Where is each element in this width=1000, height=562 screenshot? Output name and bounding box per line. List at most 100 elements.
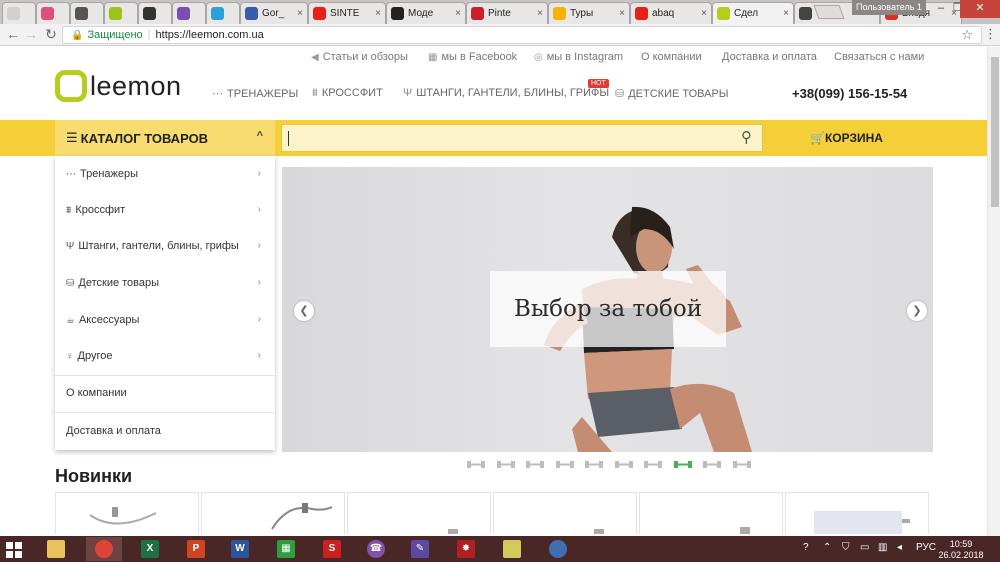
slider-dot[interactable] <box>585 458 603 468</box>
instagram-link[interactable]: ◎ мы в Instagram <box>534 51 623 63</box>
slider-dot[interactable] <box>467 458 485 468</box>
help-icon[interactable]: ? <box>803 542 809 553</box>
tray-expand-icon[interactable]: ⌃ <box>823 542 831 553</box>
product-card[interactable] <box>493 492 637 534</box>
nav-kids[interactable]: ⛁ ДЕТСКИЕ ТОВАРЫ <box>615 87 729 100</box>
tab-close-icon[interactable]: × <box>375 8 381 19</box>
cart-button[interactable]: 🛒КОРЗИНА <box>810 131 883 145</box>
network-icon[interactable]: ▥ <box>878 542 887 553</box>
browser-menu-icon[interactable]: ⋮ <box>984 26 997 42</box>
articles-link[interactable]: ◀ Статьи и обзоры <box>311 51 408 63</box>
nav-crossfit[interactable]: ⩩ КРОССФИТ <box>312 87 383 100</box>
catalog-button[interactable]: ☰ КАТАЛОГ ТОВАРОВ ^ <box>55 120 275 156</box>
profile-button[interactable]: Пользователь 1 <box>852 0 926 15</box>
nav-barbells[interactable]: Ψ ШТАНГИ, ГАНТЕЛИ, БЛИНЫ, ГРИФЫ <box>403 87 609 99</box>
windows-start-icon[interactable] <box>6 542 22 558</box>
taskbar-word[interactable]: W <box>222 537 258 561</box>
product-image <box>814 511 910 534</box>
taskbar-app-red[interactable]: ✸ <box>448 537 484 561</box>
tab-close-icon[interactable]: × <box>701 8 707 19</box>
forward-button[interactable]: → <box>22 26 40 42</box>
scrollbar-thumb[interactable] <box>991 57 999 207</box>
browser-tab[interactable] <box>172 2 206 24</box>
battery-icon[interactable]: ▭ <box>860 542 869 553</box>
browser-tab[interactable] <box>70 2 104 24</box>
barbell-icon: Ψ <box>66 241 75 252</box>
slider-dot[interactable] <box>555 458 574 468</box>
page-scrollbar[interactable] <box>987 47 1000 537</box>
slider-dot[interactable] <box>496 458 515 468</box>
site-logo[interactable]: leemon <box>55 70 182 102</box>
delivery-link[interactable]: Доставка и оплата <box>722 51 817 63</box>
tab-close-icon[interactable]: × <box>455 8 461 19</box>
catalog-item-kids[interactable]: ⛁ Детские товары › <box>55 265 275 301</box>
bookmark-star-icon[interactable]: ☆ <box>961 27 973 43</box>
tab-close-icon[interactable]: × <box>537 8 543 19</box>
catalog-item-barbells[interactable]: Ψ Штанги, гантели, блины, грифы › <box>55 228 275 264</box>
browser-tab[interactable]: SINTE × <box>308 2 386 24</box>
browser-tab[interactable] <box>138 2 172 24</box>
url-text: https://leemon.com.ua <box>155 29 264 41</box>
language-indicator[interactable]: РУС <box>916 542 936 553</box>
catalog-item-accessories[interactable]: ☕ Аксессуары › <box>55 302 275 338</box>
slider-dot[interactable] <box>732 458 751 468</box>
address-bar[interactable]: 🔒 Защищено | https://leemon.com.ua ☆ <box>62 26 982 44</box>
catalog-link-about[interactable]: О компании <box>55 375 275 411</box>
taskbar-calculator[interactable]: ▦ <box>268 537 304 561</box>
taskbar-chrome[interactable] <box>86 537 122 561</box>
browser-tab[interactable]: Gor_ × <box>240 2 308 24</box>
catalog-item-trainers[interactable]: ⋯ Тренажеры › <box>55 156 275 192</box>
volume-icon[interactable]: ◂ <box>897 542 902 553</box>
new-tab-button[interactable] <box>813 5 845 19</box>
slider-dot[interactable] <box>526 458 544 468</box>
tab-close-icon[interactable]: × <box>619 8 625 19</box>
product-card[interactable] <box>55 492 199 534</box>
slider-prev-button[interactable]: ❮ <box>294 301 314 321</box>
browser-tab[interactable]: Туры × <box>548 2 630 24</box>
about-link[interactable]: О компании <box>641 51 702 63</box>
catalog-item-other[interactable]: ♀ Другое › <box>55 338 275 374</box>
slider-dot[interactable] <box>614 458 633 468</box>
browser-tab[interactable]: abaq × <box>630 2 712 24</box>
nav-trainers[interactable]: ⋯ ТРЕНАЖЕРЫ <box>212 87 298 100</box>
product-card[interactable] <box>785 492 929 534</box>
product-card[interactable] <box>639 492 783 534</box>
phone-number[interactable]: +38(099) 156-15-54 <box>792 86 907 101</box>
tab-close-icon[interactable]: × <box>297 8 303 19</box>
taskbar-explorer[interactable] <box>38 537 74 561</box>
search-input[interactable] <box>281 124 763 152</box>
product-card[interactable] <box>347 492 491 534</box>
system-clock[interactable]: 10:59 26.02.2018 <box>936 539 986 561</box>
slider-next-button[interactable]: ❯ <box>907 301 927 321</box>
taskbar-app-notes[interactable] <box>494 537 530 561</box>
taskbar-powerpoint[interactable]: P <box>178 537 214 561</box>
slider-dot[interactable] <box>644 458 662 468</box>
browser-tab[interactable]: Сдел × <box>712 2 794 24</box>
browser-tab[interactable]: Pinte × <box>466 2 548 24</box>
shield-icon[interactable]: ⛉ <box>842 542 850 553</box>
browser-tab[interactable]: Моде × <box>386 2 466 24</box>
back-button[interactable]: ← <box>4 26 22 42</box>
taskbar-solidworks[interactable]: S <box>314 537 350 561</box>
contact-link[interactable]: Связаться с нами <box>834 51 924 63</box>
taskbar-excel[interactable]: X <box>132 537 168 561</box>
taskbar-app-purple[interactable]: ✎ <box>402 537 438 561</box>
taskbar-viber[interactable]: ☎ <box>358 537 394 561</box>
browser-tab[interactable] <box>2 2 36 24</box>
browser-tab[interactable] <box>206 2 240 24</box>
browser-tab[interactable] <box>104 2 138 24</box>
browser-tab[interactable] <box>36 2 70 24</box>
taskbar-app-globe[interactable] <box>540 537 576 561</box>
hero-slider[interactable]: Выбор за тобой ❮ ❯ <box>282 167 933 452</box>
search-icon[interactable]: ⚲ <box>741 128 752 146</box>
slider-dot[interactable] <box>703 458 721 468</box>
slider-dot[interactable] <box>673 458 692 468</box>
product-card[interactable] <box>201 492 345 534</box>
pen-icon: ✎ <box>411 540 429 558</box>
close-window-button[interactable]: ✕ <box>960 0 1000 18</box>
reload-button[interactable]: ↻ <box>42 26 60 43</box>
catalog-item-crossfit[interactable]: ⩩ Кроссфит › <box>55 192 275 228</box>
tab-close-icon[interactable]: × <box>783 8 789 19</box>
facebook-link[interactable]: ▦ мы в Facebook <box>428 51 517 63</box>
catalog-link-delivery[interactable]: Доставка и оплата <box>55 413 275 449</box>
